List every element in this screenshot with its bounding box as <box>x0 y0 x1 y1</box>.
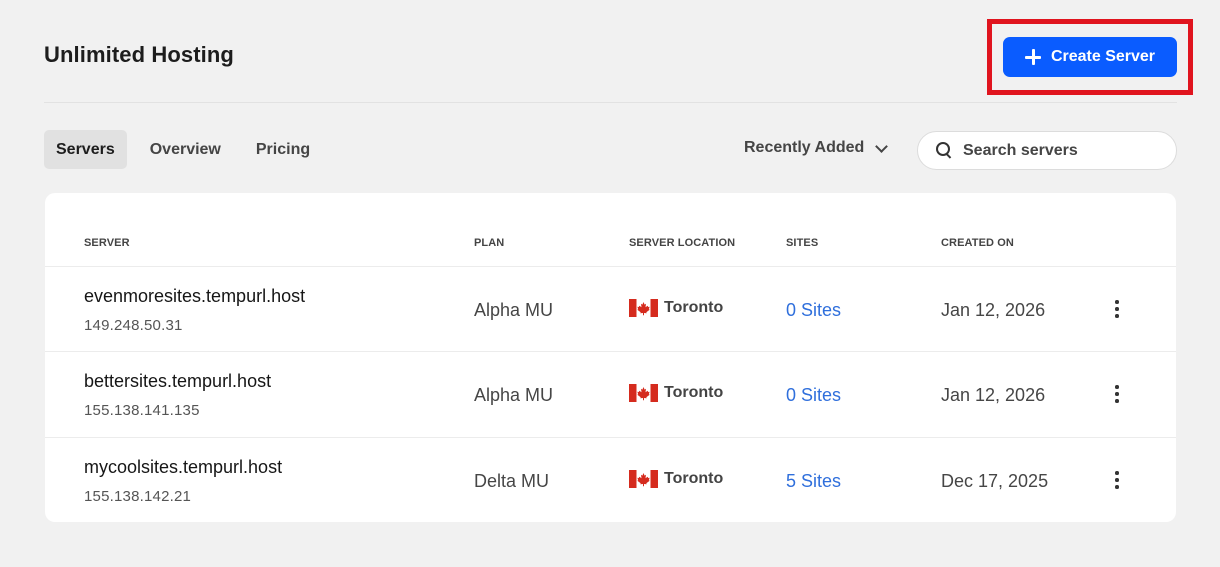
search-box[interactable] <box>917 131 1177 170</box>
server-location: Toronto <box>629 470 723 488</box>
sites-link[interactable]: 5 Sites <box>786 471 841 492</box>
flag-canada-icon <box>629 299 658 317</box>
chevron-down-icon <box>875 139 889 153</box>
sort-label: Recently Added <box>744 139 865 156</box>
location-label: Toronto <box>664 384 724 401</box>
server-name[interactable]: evenmoresites.tempurl.host <box>84 286 305 307</box>
server-location: Toronto <box>629 384 723 402</box>
create-server-label: Create Server <box>1050 48 1156 65</box>
column-header-server: SERVER <box>84 237 130 249</box>
page-title: Unlimited Hosting <box>44 42 234 67</box>
search-icon <box>936 142 953 159</box>
flag-canada-icon <box>629 384 658 402</box>
created-date: Jan 12, 2026 <box>941 385 1046 405</box>
column-header-sites: SITES <box>786 237 819 249</box>
server-location: Toronto <box>629 299 723 317</box>
server-ip: 149.248.50.31 <box>84 317 183 334</box>
server-plan: Alpha MU <box>474 385 554 405</box>
tab-overview[interactable]: Overview <box>138 130 233 169</box>
server-plan: Delta MU <box>474 471 550 491</box>
page: Unlimited Hosting Create Server Servers … <box>0 0 1220 567</box>
server-plan: Alpha MU <box>474 300 554 320</box>
server-name[interactable]: bettersites.tempurl.host <box>84 371 271 392</box>
tab-bar: Servers Overview Pricing <box>44 130 333 169</box>
sites-link[interactable]: 0 Sites <box>786 300 841 321</box>
column-header-location: SERVER LOCATION <box>629 237 736 249</box>
plus-icon <box>1024 49 1041 65</box>
table-row[interactable]: evenmoresites.tempurl.host 149.248.50.31… <box>45 266 1176 351</box>
sort-dropdown[interactable]: Recently Added <box>744 139 889 157</box>
table-row[interactable]: bettersites.tempurl.host 155.138.141.135… <box>45 351 1176 436</box>
server-name[interactable]: mycoolsites.tempurl.host <box>84 457 282 478</box>
header-divider <box>44 102 1177 103</box>
create-server-button[interactable]: Create Server <box>1003 37 1177 77</box>
created-date: Dec 17, 2025 <box>941 471 1049 491</box>
servers-table: SERVER PLAN SERVER LOCATION SITES CREATE… <box>45 193 1176 522</box>
more-vertical-icon[interactable] <box>1105 384 1129 404</box>
column-header-plan: PLAN <box>474 237 505 249</box>
tab-pricing[interactable]: Pricing <box>244 130 322 169</box>
more-vertical-icon[interactable] <box>1105 299 1129 319</box>
server-ip: 155.138.141.135 <box>84 402 200 419</box>
created-date: Jan 12, 2026 <box>941 300 1046 320</box>
column-header-created: CREATED ON <box>941 237 1014 249</box>
flag-canada-icon <box>629 470 658 488</box>
location-label: Toronto <box>664 299 724 316</box>
table-row[interactable]: mycoolsites.tempurl.host 155.138.142.21 … <box>45 437 1176 522</box>
location-label: Toronto <box>664 470 724 487</box>
sites-link[interactable]: 0 Sites <box>786 385 841 406</box>
search-input[interactable] <box>963 141 1163 160</box>
more-vertical-icon[interactable] <box>1105 470 1129 490</box>
tab-servers[interactable]: Servers <box>44 130 127 169</box>
server-ip: 155.138.142.21 <box>84 488 192 505</box>
